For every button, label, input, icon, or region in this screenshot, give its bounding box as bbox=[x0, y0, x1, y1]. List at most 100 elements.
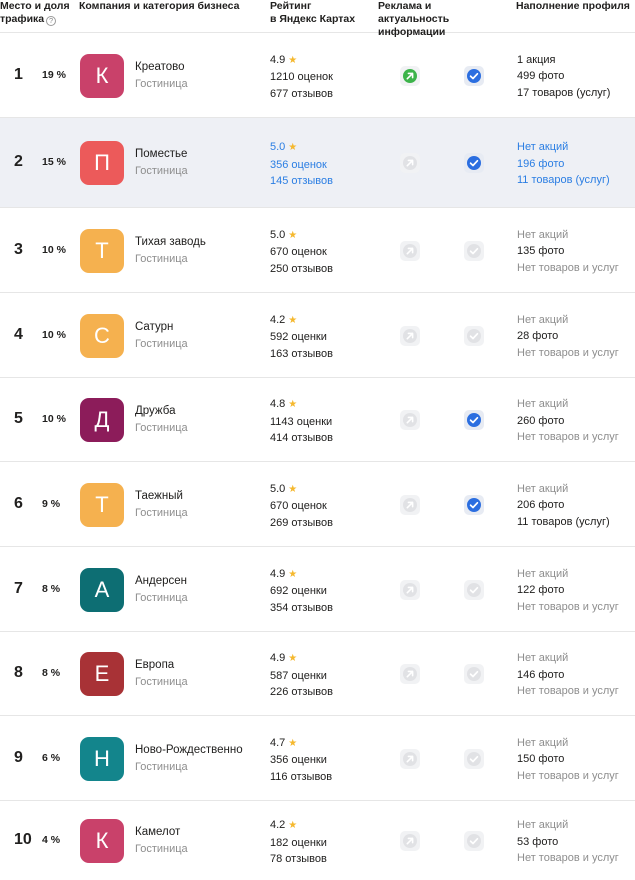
promo-count: Нет акций bbox=[517, 567, 569, 580]
header-rating-line1: Рейтинг bbox=[270, 0, 312, 12]
ratings-count: 587 оценки bbox=[270, 669, 327, 682]
verified-check-icon[interactable] bbox=[464, 410, 484, 430]
unverified-check-icon[interactable] bbox=[464, 240, 484, 261]
goods-count: Нет товаров и услуг bbox=[517, 685, 619, 697]
company-name[interactable]: Поместье bbox=[135, 148, 187, 160]
goods-count: Нет товаров и услуг bbox=[517, 261, 619, 274]
profile-fill-block: Нет акций 150 фото Нет товаров и услуг bbox=[517, 735, 619, 785]
ad-inactive-icon[interactable] bbox=[400, 410, 420, 430]
ad-inactive-icon[interactable] bbox=[400, 325, 420, 346]
table-row[interactable]: 9 6 % Н Ново-Рождественно Гостиница 4.7 ★… bbox=[0, 716, 635, 801]
company-name[interactable]: Камелот bbox=[135, 826, 180, 838]
company-name[interactable]: Сатурн bbox=[135, 321, 173, 333]
star-icon: ★ bbox=[288, 737, 298, 749]
ratings-count: 356 оценки bbox=[270, 754, 327, 766]
rating-value: 4.9 bbox=[270, 53, 286, 66]
profile-fill-block: Нет акций 146 фото Нет товаров и услуг bbox=[517, 650, 619, 700]
reviews-count: 145 отзывов bbox=[270, 175, 333, 187]
verified-check-icon[interactable] bbox=[464, 494, 484, 515]
table-row[interactable]: 2 15 % П Поместье Гостиница 5.0 ★ 356 оце… bbox=[0, 118, 635, 208]
profile-fill-block[interactable]: Нет акций 196 фото 11 товаров (услуг) bbox=[517, 139, 610, 189]
header-rating: Рейтинг в Яндекс Картах bbox=[270, 0, 370, 26]
goods-count: 17 товаров (услуг) bbox=[517, 86, 611, 99]
table-row[interactable]: 10 4 % К Камелот Гостиница 4.2 ★ 182 оцен… bbox=[0, 801, 635, 880]
company-category: Гостиница bbox=[135, 843, 188, 855]
traffic-share: 9 % bbox=[42, 497, 61, 510]
rank-number: 2 bbox=[14, 153, 23, 170]
rating-value: 4.9 bbox=[270, 567, 286, 580]
traffic-share: 19 % bbox=[42, 68, 66, 81]
rating-block: 4.9 ★ 692 оценки 354 отзывов bbox=[270, 566, 333, 617]
traffic-share: 6 % bbox=[42, 751, 61, 764]
rating-value: 4.7 bbox=[270, 736, 286, 749]
verified-check-icon[interactable] bbox=[464, 65, 484, 86]
company-name[interactable]: Креатово bbox=[135, 61, 185, 73]
company-category: Гостиница bbox=[135, 77, 188, 90]
promo-count: Нет акций bbox=[517, 819, 569, 831]
ad-inactive-icon[interactable] bbox=[400, 664, 420, 684]
ad-inactive-icon[interactable] bbox=[400, 494, 420, 515]
ad-active-icon[interactable] bbox=[400, 65, 420, 86]
header-company: Компания и категория бизнеса bbox=[79, 0, 240, 12]
rating-block: 4.2 ★ 592 оценки 163 отзывов bbox=[270, 312, 333, 363]
table-row[interactable]: 8 8 % Е Европа Гостиница 4.9 ★ 587 оценки… bbox=[0, 632, 635, 716]
company-name[interactable]: Ново-Рождественно bbox=[135, 744, 243, 756]
unverified-check-icon[interactable] bbox=[464, 664, 484, 684]
unverified-check-icon[interactable] bbox=[464, 831, 484, 851]
star-icon: ★ bbox=[288, 820, 298, 831]
company-name[interactable]: Тихая заводь bbox=[135, 236, 206, 248]
traffic-share: 10 % bbox=[42, 413, 66, 425]
goods-count: Нет товаров и услуг bbox=[517, 431, 619, 443]
rating-block[interactable]: 5.0 ★ 356 оценок 145 отзывов bbox=[270, 139, 333, 190]
promo-count: Нет акций bbox=[517, 736, 569, 749]
unverified-check-icon[interactable] bbox=[464, 579, 484, 600]
unverified-check-icon[interactable] bbox=[464, 748, 484, 769]
unverified-check-icon[interactable] bbox=[464, 325, 484, 346]
ad-inactive-icon[interactable] bbox=[400, 831, 420, 851]
rank-number: 7 bbox=[14, 579, 23, 597]
profile-fill-block: Нет акций 53 фото Нет товаров и услуг bbox=[517, 817, 619, 867]
star-icon: ★ bbox=[288, 54, 298, 66]
goods-count: Нет товаров и услуг bbox=[517, 769, 619, 782]
ratings-count: 182 оценки bbox=[270, 836, 327, 849]
star-icon: ★ bbox=[288, 653, 298, 664]
ratings-count: 670 оценок bbox=[270, 246, 327, 258]
table-row[interactable]: 7 8 % А Андерсен Гостиница 4.9 ★ 692 оцен… bbox=[0, 547, 635, 632]
ratings-count: 592 оценки bbox=[270, 331, 327, 343]
photos-count: 146 фото bbox=[517, 668, 565, 681]
rating-value: 5.0 bbox=[270, 141, 286, 153]
table-row[interactable]: 5 10 % Д Дружба Гостиница 4.8 ★ 1143 оцен… bbox=[0, 378, 635, 462]
table-row[interactable]: 3 10 % Т Тихая заводь Гостиница 5.0 ★ 670… bbox=[0, 208, 635, 293]
company-name[interactable]: Дружба bbox=[135, 405, 175, 417]
company-category: Гостиница bbox=[135, 422, 188, 434]
rank-number: 1 bbox=[14, 65, 23, 83]
reviews-count: 116 отзывов bbox=[270, 770, 333, 783]
header-ads-line1: Реклама и актуальность bbox=[378, 0, 450, 25]
table-header: Место и доля трафика? Компания и категор… bbox=[0, 0, 635, 38]
reviews-count: 78 отзывов bbox=[270, 853, 327, 865]
profile-fill-block: Нет акций 206 фото 11 товаров (услуг) bbox=[517, 481, 610, 531]
verified-check-icon[interactable] bbox=[464, 153, 484, 173]
ad-inactive-icon[interactable] bbox=[400, 579, 420, 600]
company-name[interactable]: Таежный bbox=[135, 490, 183, 502]
ad-inactive-icon[interactable] bbox=[400, 240, 420, 261]
company-name[interactable]: Андерсен bbox=[135, 575, 187, 587]
table-row[interactable]: 6 9 % Т Таежный Гостиница 5.0 ★ 670 оцено… bbox=[0, 462, 635, 547]
photos-count: 260 фото bbox=[517, 414, 565, 427]
reviews-count: 269 отзывов bbox=[270, 516, 333, 529]
ad-inactive-icon[interactable] bbox=[400, 153, 420, 173]
help-icon[interactable]: ? bbox=[46, 16, 57, 26]
photos-count: 499 фото bbox=[517, 70, 565, 82]
table-row[interactable]: 4 10 % С Сатурн Гостиница 4.2 ★ 592 оценк… bbox=[0, 293, 635, 378]
reviews-count: 226 отзывов bbox=[270, 686, 333, 698]
photos-count: 122 фото bbox=[517, 584, 565, 596]
table-row[interactable]: 1 19 % К Креатово Гостиница 4.9 ★ 1210 оц… bbox=[0, 33, 635, 118]
company-avatar: С bbox=[80, 313, 124, 358]
ad-inactive-icon[interactable] bbox=[400, 748, 420, 769]
promo-count: 1 акция bbox=[517, 53, 556, 66]
promo-count: Нет акций bbox=[517, 482, 569, 495]
goods-count: Нет товаров и услуг bbox=[517, 852, 619, 864]
company-name[interactable]: Европа bbox=[135, 659, 174, 671]
company-category: Гостиница bbox=[135, 506, 188, 519]
company-category: Гостиница bbox=[135, 165, 188, 177]
